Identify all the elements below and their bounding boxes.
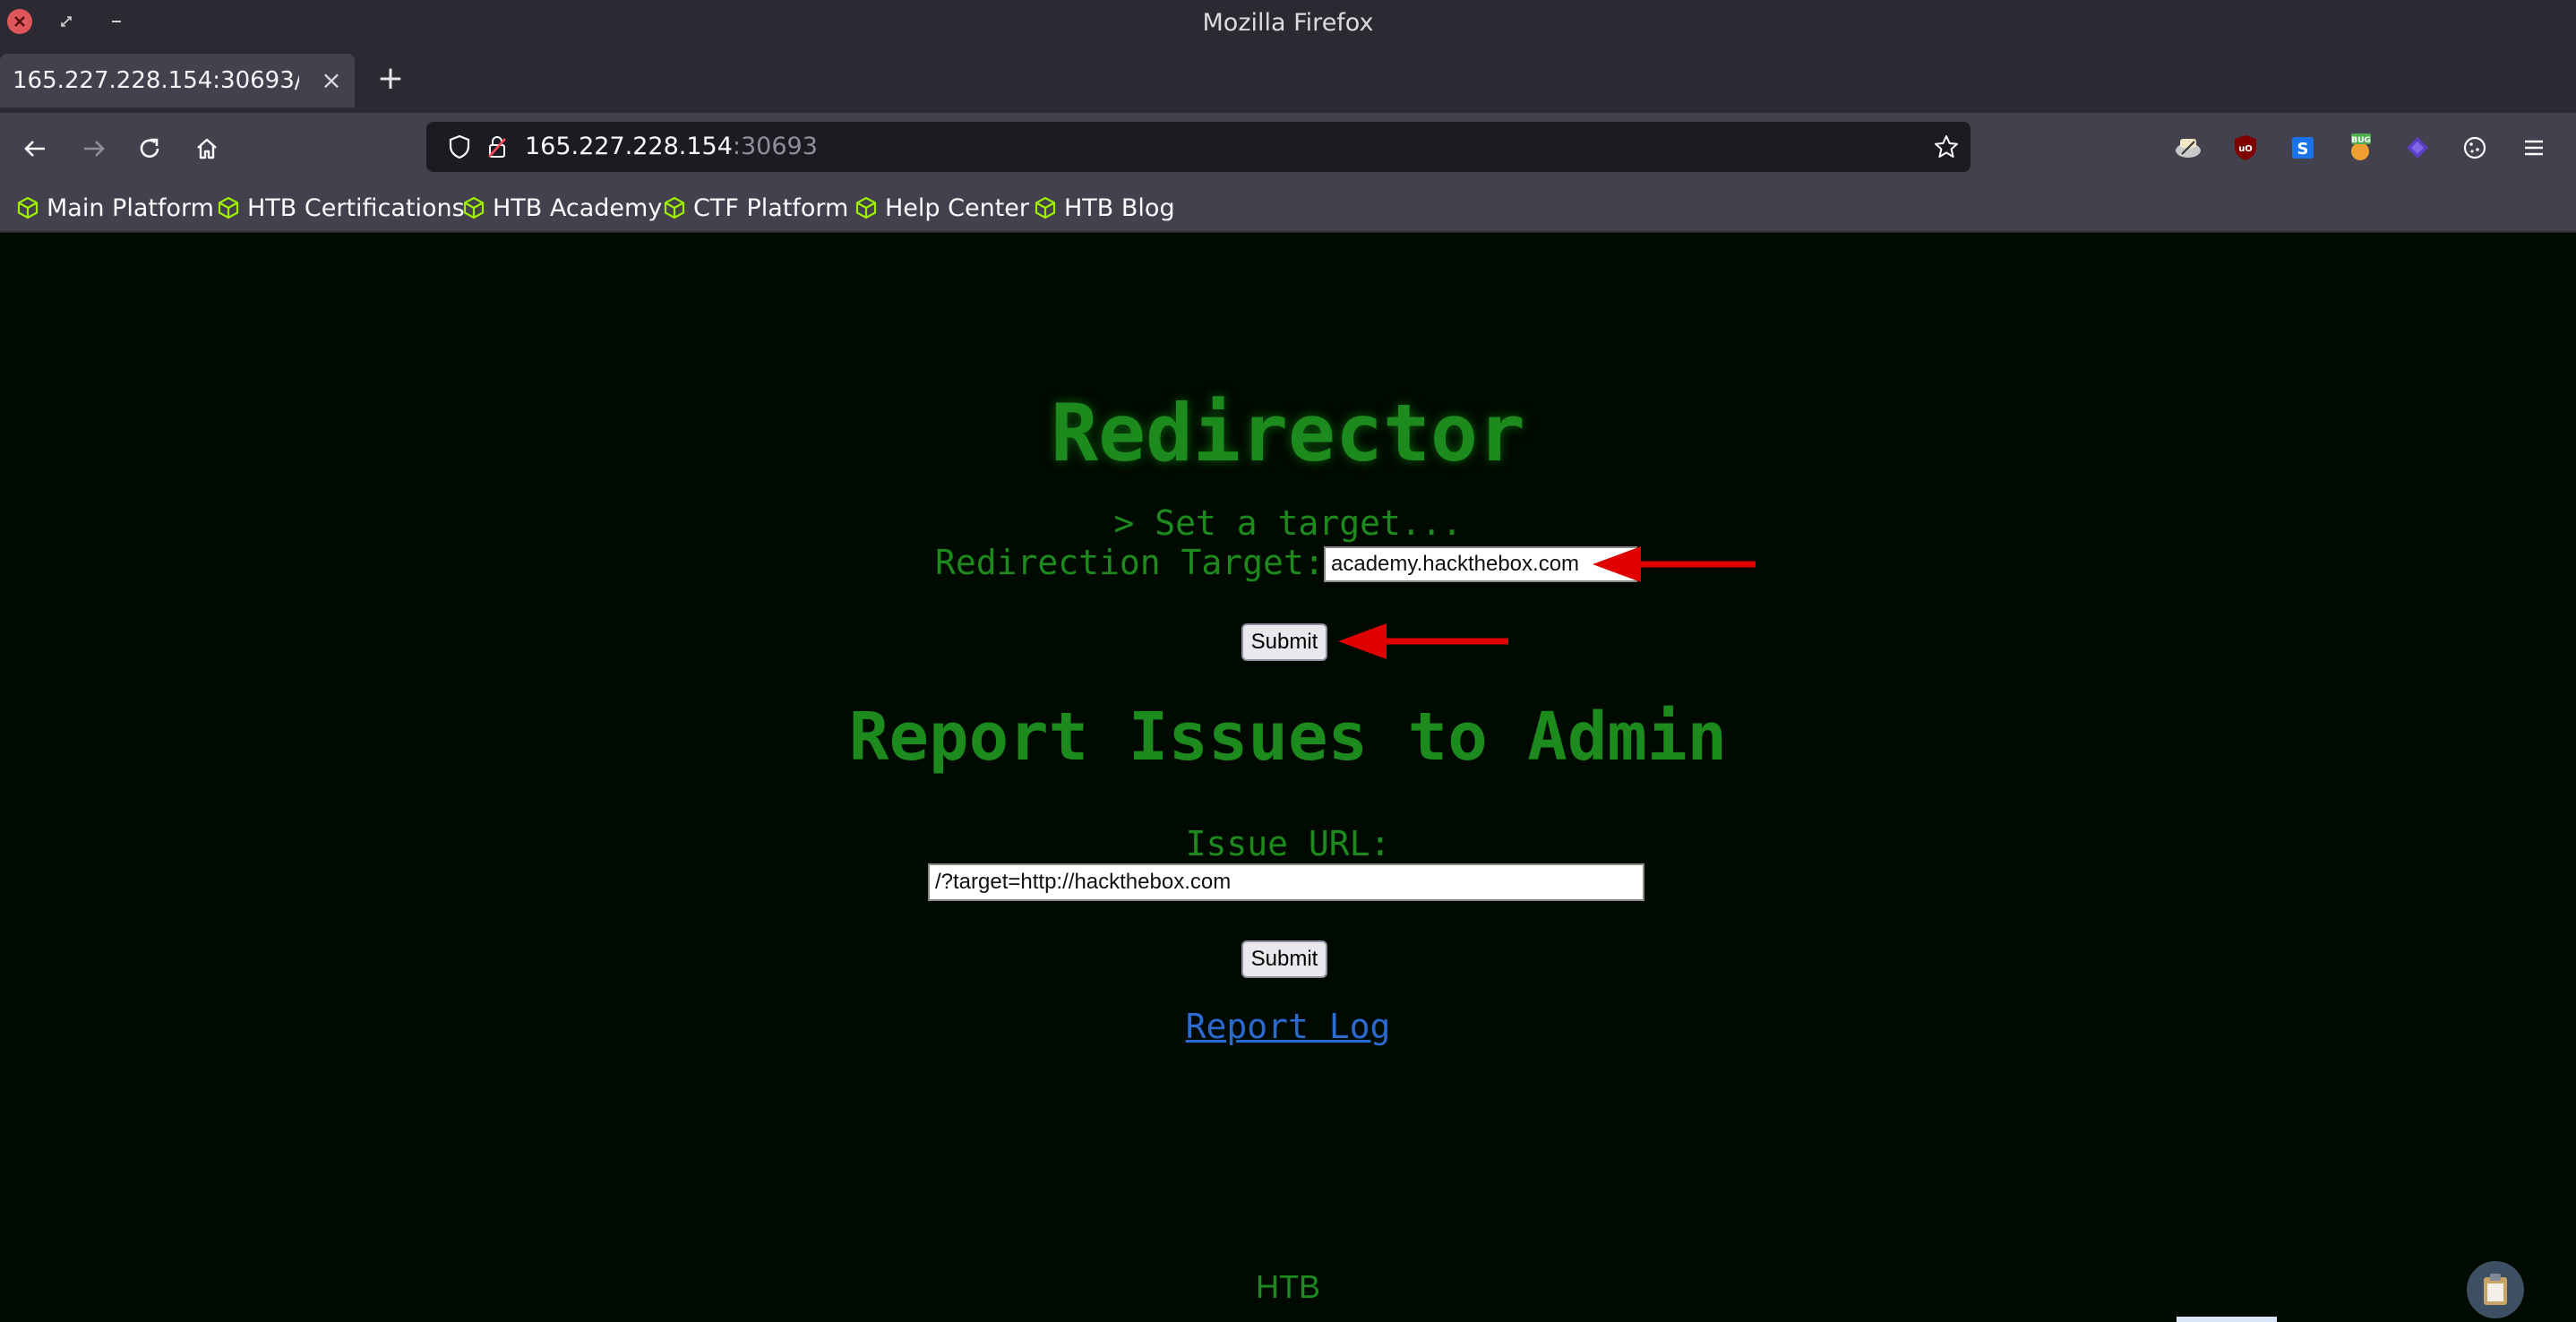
bug-extension-icon: BUG (2351, 133, 2371, 160)
window-title: Mozilla Firefox (1202, 9, 1374, 37)
bookmark-label: Main Platform (47, 193, 214, 222)
bookmark-htb-academy[interactable]: HTB Academy (462, 185, 662, 231)
htb-cube-icon (664, 196, 685, 219)
extension-button[interactable] (2168, 127, 2209, 168)
new-tab-button[interactable]: + (371, 59, 410, 99)
home-icon (197, 138, 217, 159)
bookmark-label: HTB Academy (493, 193, 663, 222)
reload-button[interactable] (127, 126, 172, 171)
tab-title[interactable]: 165.227.228.154:30693/ (13, 54, 299, 107)
report-heading: Report Issues to Admin (848, 699, 1728, 776)
wappalyzer-icon (2407, 137, 2428, 159)
bookmark-ctf-platform[interactable]: CTF Platform (663, 185, 848, 231)
bookmark-label: CTF Platform (693, 193, 849, 222)
forward-button[interactable] (72, 126, 116, 171)
shield-icon (449, 134, 470, 159)
bookmark-star-button[interactable] (1924, 124, 1969, 169)
redirect-submit-button[interactable]: Submit (1241, 623, 1327, 661)
bookmark-main-platform[interactable]: Main Platform (16, 185, 214, 231)
clipboard-icon (2484, 1274, 2507, 1305)
report-log-link[interactable]: Report Log (1186, 1007, 1391, 1046)
cookie-icon (2463, 136, 2486, 159)
bookmark-label: HTB Certifications (247, 193, 465, 222)
extension-button[interactable]: S (2282, 127, 2323, 168)
htb-cube-icon (1035, 196, 1056, 219)
bookmark-htb-blog[interactable]: HTB Blog (1034, 185, 1175, 231)
reload-icon (140, 138, 159, 158)
clipboard-button[interactable] (2467, 1261, 2524, 1318)
bookmark-help-center[interactable]: Help Center (854, 185, 1029, 231)
forward-icon (84, 141, 105, 157)
app-menu-button[interactable] (2513, 127, 2555, 168)
page-title: Redirector (1051, 387, 1525, 479)
home-button[interactable] (185, 126, 229, 171)
tab-close-button[interactable]: × (313, 63, 349, 99)
issue-url-input[interactable]: /?target=http://hackthebox.com (928, 863, 1644, 901)
status-strip (2177, 1317, 2277, 1322)
ublock-icon: uO (2235, 135, 2256, 160)
bookmark-label: Help Center (885, 193, 1030, 222)
svg-text:S: S (2297, 140, 2309, 159)
prompt-text: > Set a target... (1113, 503, 1463, 543)
menu-icon (2525, 140, 2543, 156)
url-port: :30693 (732, 133, 818, 160)
svg-text:BUG: BUG (2351, 136, 2371, 145)
url-host: 165.227.228.154 (525, 133, 733, 160)
footer-text: HTB (1256, 1268, 1320, 1305)
annotation-arrow-icon (1593, 546, 1756, 582)
extension-button[interactable] (2454, 127, 2495, 168)
htb-cube-icon (463, 196, 485, 219)
site-security-button[interactable] (475, 124, 519, 169)
back-button[interactable] (13, 126, 57, 171)
report-log-container: Report Log (0, 1007, 2576, 1046)
extension-button[interactable]: BUG (2340, 127, 2381, 168)
bookmark-label: HTB Blog (1064, 193, 1175, 222)
lock-icon (488, 136, 506, 158)
bookmark-htb-certifications[interactable]: HTB Certifications (217, 185, 465, 231)
star-icon (1935, 135, 1958, 158)
issue-url-label: Issue URL: (1185, 824, 1391, 863)
url-text[interactable]: 165.227.228.154:30693 (525, 122, 818, 172)
issue-submit-button[interactable]: Submit (1241, 940, 1327, 978)
htb-cube-icon (218, 196, 239, 219)
extension-button[interactable]: uO (2225, 127, 2266, 168)
extension-button[interactable] (2397, 127, 2438, 168)
s-extension-icon: S (2292, 137, 2314, 159)
htb-cube-icon (17, 196, 39, 219)
htb-cube-icon (855, 196, 877, 219)
cookie-editor-icon (2176, 139, 2201, 158)
annotation-arrow-icon (1338, 623, 1508, 659)
back-icon (24, 141, 45, 157)
svg-text:uO: uO (2238, 144, 2253, 154)
redirection-target-label: Redirection Target: (935, 543, 1325, 582)
